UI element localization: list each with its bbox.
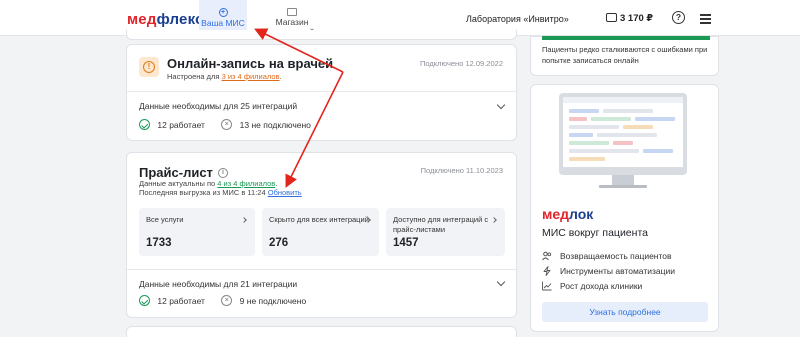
annotation-arrow-to-refresh xyxy=(285,71,344,188)
annotation-arrow-to-tab xyxy=(254,28,344,73)
annotation-arrows xyxy=(254,28,344,188)
